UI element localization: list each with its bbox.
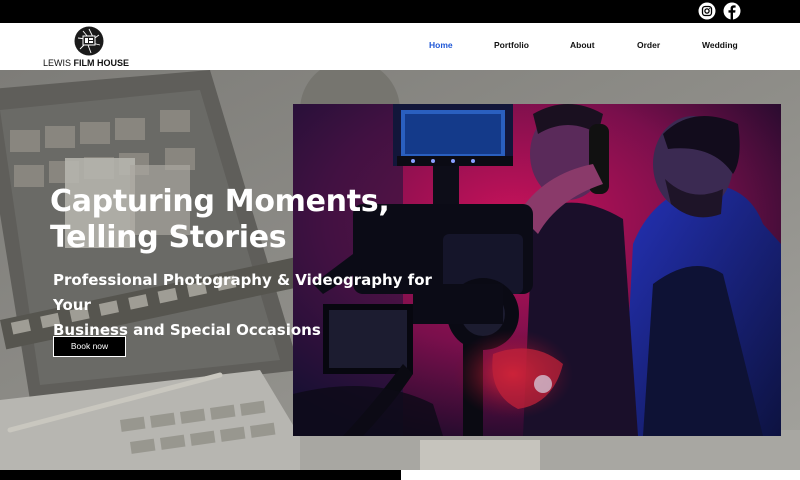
site-header: LEWIS FILM HOUSE Home Portfolio About Or… xyxy=(0,23,800,70)
hero-subtitle-line-1: Professional Photography & Videography f… xyxy=(53,271,432,314)
hero-title-line-1: Capturing Moments, xyxy=(50,184,390,219)
top-bar xyxy=(0,0,800,23)
brand-name: LEWIS FILM HOUSE xyxy=(43,58,130,68)
next-section-dark-panel xyxy=(0,470,401,480)
nav-wedding[interactable]: Wedding xyxy=(702,40,738,50)
nav-about[interactable]: About xyxy=(570,40,595,50)
nav-home[interactable]: Home xyxy=(429,40,453,50)
main-nav: Home Portfolio About Order Wedding xyxy=(0,40,800,54)
nav-portfolio[interactable]: Portfolio xyxy=(494,40,529,50)
hero-title-line-2: Telling Stories xyxy=(50,220,287,255)
instagram-icon[interactable] xyxy=(698,2,716,20)
hero-subtitle: Professional Photography & Videography f… xyxy=(53,268,453,343)
next-section-strip xyxy=(0,470,800,480)
book-now-button[interactable]: Book now xyxy=(53,336,126,357)
hero-section: Capturing Moments, Telling Stories Profe… xyxy=(0,70,800,470)
facebook-icon[interactable] xyxy=(723,2,741,21)
nav-order[interactable]: Order xyxy=(637,40,660,50)
hero-title: Capturing Moments, Telling Stories xyxy=(50,184,410,256)
